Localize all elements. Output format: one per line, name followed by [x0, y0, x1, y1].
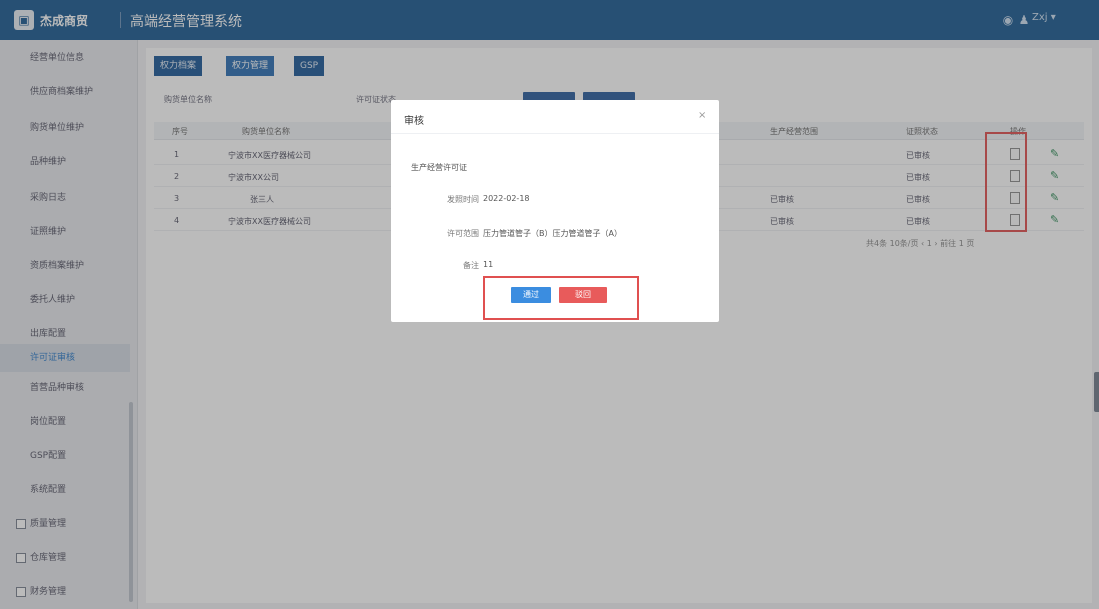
license-type: 生产经营许可证: [411, 163, 467, 172]
remark-value: 11: [483, 260, 494, 269]
issue-date-value: 2022-02-18: [483, 194, 530, 203]
right-scroll-handle[interactable]: [1094, 372, 1099, 412]
issue-date-label: 发照时间: [447, 195, 479, 204]
close-icon[interactable]: ×: [698, 110, 706, 121]
scope-value: 压力管道管子（B）压力管道管子（A）: [483, 229, 622, 238]
dialog-header: 审核 ×: [391, 100, 719, 134]
highlight-buttons-box: [483, 276, 639, 320]
scope-label: 许可范围: [447, 229, 479, 238]
remark-label: 备注: [463, 261, 479, 270]
dialog-title: 审核: [404, 116, 424, 127]
